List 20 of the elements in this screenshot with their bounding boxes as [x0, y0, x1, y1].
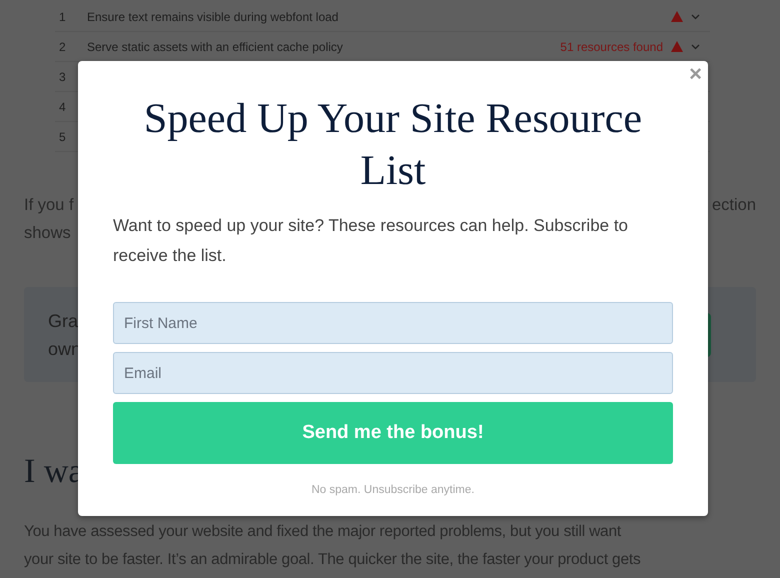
row-number: 1	[59, 8, 67, 26]
audit-result: 51 resources found	[560, 38, 663, 56]
row-number: 3	[59, 68, 67, 86]
input-field[interactable]: First Name	[113, 302, 673, 344]
warning-icon	[671, 11, 683, 22]
callout-text: Gra	[48, 310, 80, 332]
submit-button[interactable]: Send me the bonus!	[113, 402, 673, 464]
chevron-down-icon[interactable]	[691, 44, 700, 50]
row-number: 2	[59, 38, 67, 56]
modal-title: Speed Up Your Site Resource List	[142, 95, 644, 196]
footnote-text: No spam. Unsubscribe anytime.	[310, 483, 476, 498]
warning-icon	[671, 41, 683, 52]
input-field[interactable]: Email	[113, 352, 673, 394]
audit-title: Ensure text remains visible during webfont load	[87, 8, 338, 26]
audit-title: Serve static assets with an efficient cache policy	[87, 38, 343, 56]
row-number: 5	[59, 128, 67, 146]
close-button[interactable]: ×	[689, 61, 702, 87]
modal-description: Want to speed up your site? These resources can help. Subscribe to receive the list.	[113, 215, 630, 267]
row-number: 4	[59, 98, 67, 116]
chevron-down-icon[interactable]	[691, 14, 700, 20]
